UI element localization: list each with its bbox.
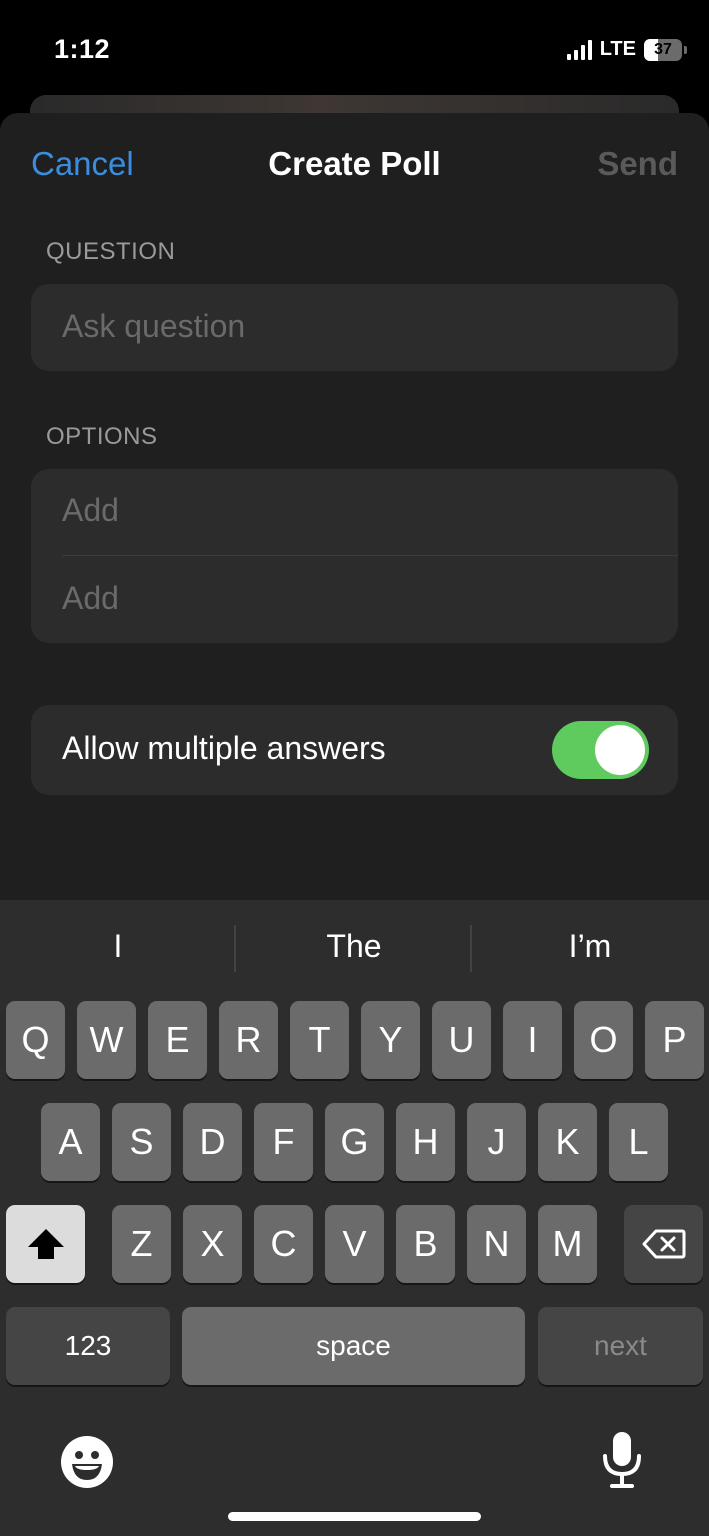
suggestion-3[interactable]: I’m: [472, 928, 708, 965]
key-g[interactable]: G: [325, 1103, 384, 1181]
numbers-key[interactable]: 123: [6, 1307, 170, 1385]
suggestion-1[interactable]: I: [0, 928, 236, 965]
key-m[interactable]: M: [538, 1205, 597, 1283]
shift-icon: [27, 1229, 64, 1259]
delete-key[interactable]: [624, 1205, 703, 1283]
key-u[interactable]: U: [432, 1001, 491, 1079]
key-k[interactable]: K: [538, 1103, 597, 1181]
key-v[interactable]: V: [325, 1205, 384, 1283]
backspace-icon: [642, 1229, 685, 1259]
key-b[interactable]: B: [396, 1205, 455, 1283]
key-r[interactable]: R: [219, 1001, 278, 1079]
signal-icon: [566, 39, 592, 60]
status-indicators: LTE 37: [566, 38, 687, 61]
option-input-2[interactable]: Add: [62, 580, 119, 617]
key-l[interactable]: L: [609, 1103, 668, 1181]
key-c[interactable]: C: [254, 1205, 313, 1283]
multiple-answers-label: Allow multiple answers: [62, 730, 386, 766]
microphone-icon[interactable]: [600, 1430, 644, 1490]
key-z[interactable]: Z: [112, 1205, 171, 1283]
key-q[interactable]: Q: [6, 1001, 65, 1079]
home-indicator: [228, 1512, 481, 1521]
next-key[interactable]: next: [538, 1307, 703, 1385]
question-input[interactable]: Ask question: [31, 284, 678, 371]
options-divider: [62, 555, 678, 556]
question-section-label: QUESTION: [46, 238, 176, 265]
multiple-answers-toggle[interactable]: [552, 721, 649, 779]
key-w[interactable]: W: [77, 1001, 136, 1079]
options-list: Add Add: [31, 469, 678, 643]
key-f[interactable]: F: [254, 1103, 313, 1181]
key-h[interactable]: H: [396, 1103, 455, 1181]
network-type: LTE: [599, 38, 636, 60]
toggle-knob: [595, 725, 645, 775]
key-s[interactable]: S: [112, 1103, 171, 1181]
key-i[interactable]: I: [503, 1001, 562, 1079]
battery-level: 37: [654, 40, 672, 58]
status-time: 1:12: [54, 34, 111, 64]
key-p[interactable]: P: [645, 1001, 704, 1079]
key-y[interactable]: Y: [361, 1001, 420, 1079]
option-input-1[interactable]: Add: [62, 492, 119, 529]
send-button[interactable]: Send: [597, 145, 678, 183]
emoji-icon[interactable]: [60, 1435, 114, 1489]
question-placeholder: Ask question: [62, 308, 246, 344]
key-x[interactable]: X: [183, 1205, 242, 1283]
key-j[interactable]: J: [467, 1103, 526, 1181]
key-n[interactable]: N: [467, 1205, 526, 1283]
key-d[interactable]: D: [183, 1103, 242, 1181]
key-e[interactable]: E: [148, 1001, 207, 1079]
suggestion-2[interactable]: The: [236, 928, 472, 965]
key-o[interactable]: O: [574, 1001, 633, 1079]
key-t[interactable]: T: [290, 1001, 349, 1079]
shift-key[interactable]: [6, 1205, 85, 1283]
battery-icon: 37: [644, 38, 682, 61]
options-section-label: OPTIONS: [46, 423, 158, 450]
space-key[interactable]: space: [182, 1307, 525, 1385]
key-a[interactable]: A: [41, 1103, 100, 1181]
